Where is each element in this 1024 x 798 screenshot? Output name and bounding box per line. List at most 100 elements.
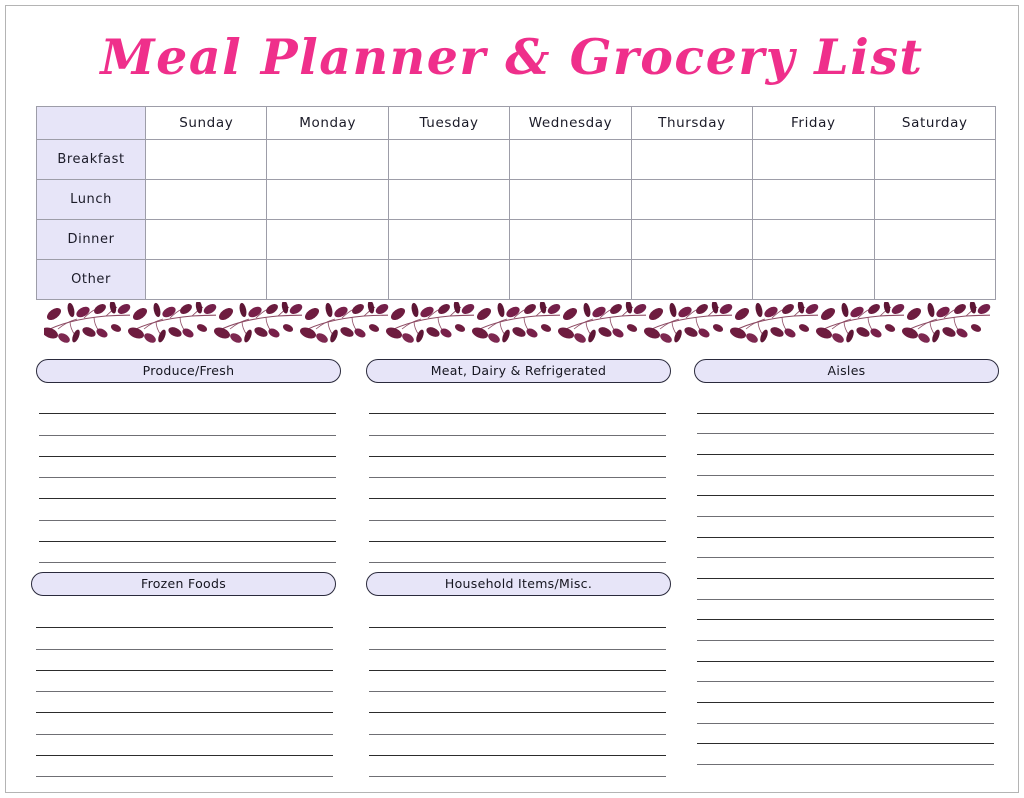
write-line[interactable] xyxy=(39,477,336,478)
meal-cell-other-tuesday[interactable] xyxy=(387,259,511,300)
section-header-frozen-foods[interactable]: Frozen Foods xyxy=(31,572,336,596)
table-row-lunch: Lunch xyxy=(35,179,996,220)
meal-cell-breakfast-friday[interactable] xyxy=(752,139,875,180)
write-line[interactable] xyxy=(369,413,666,414)
write-line[interactable] xyxy=(36,670,333,671)
write-line[interactable] xyxy=(697,723,994,724)
meal-cell-breakfast-sunday[interactable] xyxy=(145,139,268,180)
write-line[interactable] xyxy=(39,562,336,563)
write-line[interactable] xyxy=(39,435,336,436)
write-line[interactable] xyxy=(369,627,666,628)
write-line[interactable] xyxy=(369,477,666,478)
write-line[interactable] xyxy=(36,627,333,628)
write-line[interactable] xyxy=(39,498,336,499)
write-line[interactable] xyxy=(697,702,994,703)
meal-planner-table: Sunday Monday Tuesday Wednesday Thursday… xyxy=(35,106,996,300)
write-line[interactable] xyxy=(369,755,666,756)
write-line[interactable] xyxy=(369,456,666,457)
section-header-produce-fresh[interactable]: Produce/Fresh xyxy=(36,359,341,383)
table-row-other: Other xyxy=(35,259,996,300)
write-line[interactable] xyxy=(369,498,666,499)
write-line[interactable] xyxy=(369,776,666,777)
write-line[interactable] xyxy=(39,456,336,457)
write-line[interactable] xyxy=(36,649,333,650)
day-header-monday: Monday xyxy=(266,106,389,140)
write-line[interactable] xyxy=(697,764,994,765)
meal-cell-dinner-saturday[interactable] xyxy=(873,219,996,260)
write-line[interactable] xyxy=(39,520,336,521)
meal-cell-dinner-thursday[interactable] xyxy=(630,219,754,260)
meal-cell-other-monday[interactable] xyxy=(266,259,389,300)
write-line[interactable] xyxy=(39,541,336,542)
meal-cell-breakfast-monday[interactable] xyxy=(266,139,389,180)
meal-cell-dinner-tuesday[interactable] xyxy=(387,219,511,260)
write-line[interactable] xyxy=(369,520,666,521)
write-line[interactable] xyxy=(697,578,994,579)
day-header-tuesday: Tuesday xyxy=(387,106,511,140)
write-line[interactable] xyxy=(369,712,666,713)
write-line[interactable] xyxy=(697,640,994,641)
write-line[interactable] xyxy=(697,661,994,662)
day-header-thursday: Thursday xyxy=(630,106,754,140)
write-line[interactable] xyxy=(369,649,666,650)
meal-cell-lunch-sunday[interactable] xyxy=(145,179,268,220)
write-line[interactable] xyxy=(36,691,333,692)
meal-cell-breakfast-saturday[interactable] xyxy=(873,139,996,180)
meal-cell-other-thursday[interactable] xyxy=(630,259,754,300)
meal-cell-breakfast-tuesday[interactable] xyxy=(387,139,511,180)
write-line[interactable] xyxy=(697,413,994,414)
meal-cell-lunch-tuesday[interactable] xyxy=(387,179,511,220)
write-line[interactable] xyxy=(39,413,336,414)
meal-cell-lunch-friday[interactable] xyxy=(752,179,875,220)
write-lines-meat-dairy-refrigerated[interactable] xyxy=(369,394,666,564)
meal-cell-lunch-wednesday[interactable] xyxy=(509,179,632,220)
write-lines-frozen-foods[interactable] xyxy=(36,608,333,778)
day-header-friday: Friday xyxy=(752,106,875,140)
meal-cell-other-sunday[interactable] xyxy=(145,259,268,300)
write-line[interactable] xyxy=(36,712,333,713)
meal-label-breakfast: Breakfast xyxy=(35,139,147,180)
write-line[interactable] xyxy=(369,541,666,542)
write-line[interactable] xyxy=(697,743,994,744)
write-line[interactable] xyxy=(697,599,994,600)
meal-cell-dinner-wednesday[interactable] xyxy=(509,219,632,260)
meal-cell-lunch-thursday[interactable] xyxy=(630,179,754,220)
page-title: Meal Planner & Grocery List xyxy=(100,28,924,86)
meal-cell-dinner-sunday[interactable] xyxy=(145,219,268,260)
write-lines-produce-fresh[interactable] xyxy=(39,394,336,564)
meal-cell-lunch-saturday[interactable] xyxy=(873,179,996,220)
write-line[interactable] xyxy=(697,537,994,538)
write-line[interactable] xyxy=(369,562,666,563)
meal-cell-dinner-monday[interactable] xyxy=(266,219,389,260)
table-header-row: Sunday Monday Tuesday Wednesday Thursday… xyxy=(35,106,996,140)
write-line[interactable] xyxy=(697,516,994,517)
meal-cell-dinner-friday[interactable] xyxy=(752,219,875,260)
write-line[interactable] xyxy=(697,433,994,434)
meal-cell-other-friday[interactable] xyxy=(752,259,875,300)
write-line[interactable] xyxy=(369,435,666,436)
write-line[interactable] xyxy=(697,495,994,496)
worksheet: Meal Planner & Grocery List Sunday Monda… xyxy=(6,6,1018,792)
write-line[interactable] xyxy=(369,670,666,671)
meal-cell-breakfast-thursday[interactable] xyxy=(630,139,754,180)
write-line[interactable] xyxy=(36,776,333,777)
write-line[interactable] xyxy=(369,691,666,692)
meal-cell-breakfast-wednesday[interactable] xyxy=(509,139,632,180)
meal-cell-other-wednesday[interactable] xyxy=(509,259,632,300)
write-lines-aisles[interactable] xyxy=(697,394,994,766)
write-line[interactable] xyxy=(697,681,994,682)
write-line[interactable] xyxy=(36,734,333,735)
section-header-meat-dairy-refrigerated[interactable]: Meat, Dairy & Refrigerated xyxy=(366,359,671,383)
write-line[interactable] xyxy=(697,619,994,620)
write-lines-household-items-misc[interactable] xyxy=(369,608,666,778)
section-header-household-items-misc[interactable]: Household Items/Misc. xyxy=(366,572,671,596)
meal-cell-lunch-monday[interactable] xyxy=(266,179,389,220)
meal-cell-other-saturday[interactable] xyxy=(873,259,996,300)
write-line[interactable] xyxy=(697,557,994,558)
write-line[interactable] xyxy=(697,454,994,455)
write-line[interactable] xyxy=(369,734,666,735)
meal-label-other: Other xyxy=(35,259,147,300)
write-line[interactable] xyxy=(697,475,994,476)
write-line[interactable] xyxy=(36,755,333,756)
section-header-aisles[interactable]: Aisles xyxy=(694,359,999,383)
